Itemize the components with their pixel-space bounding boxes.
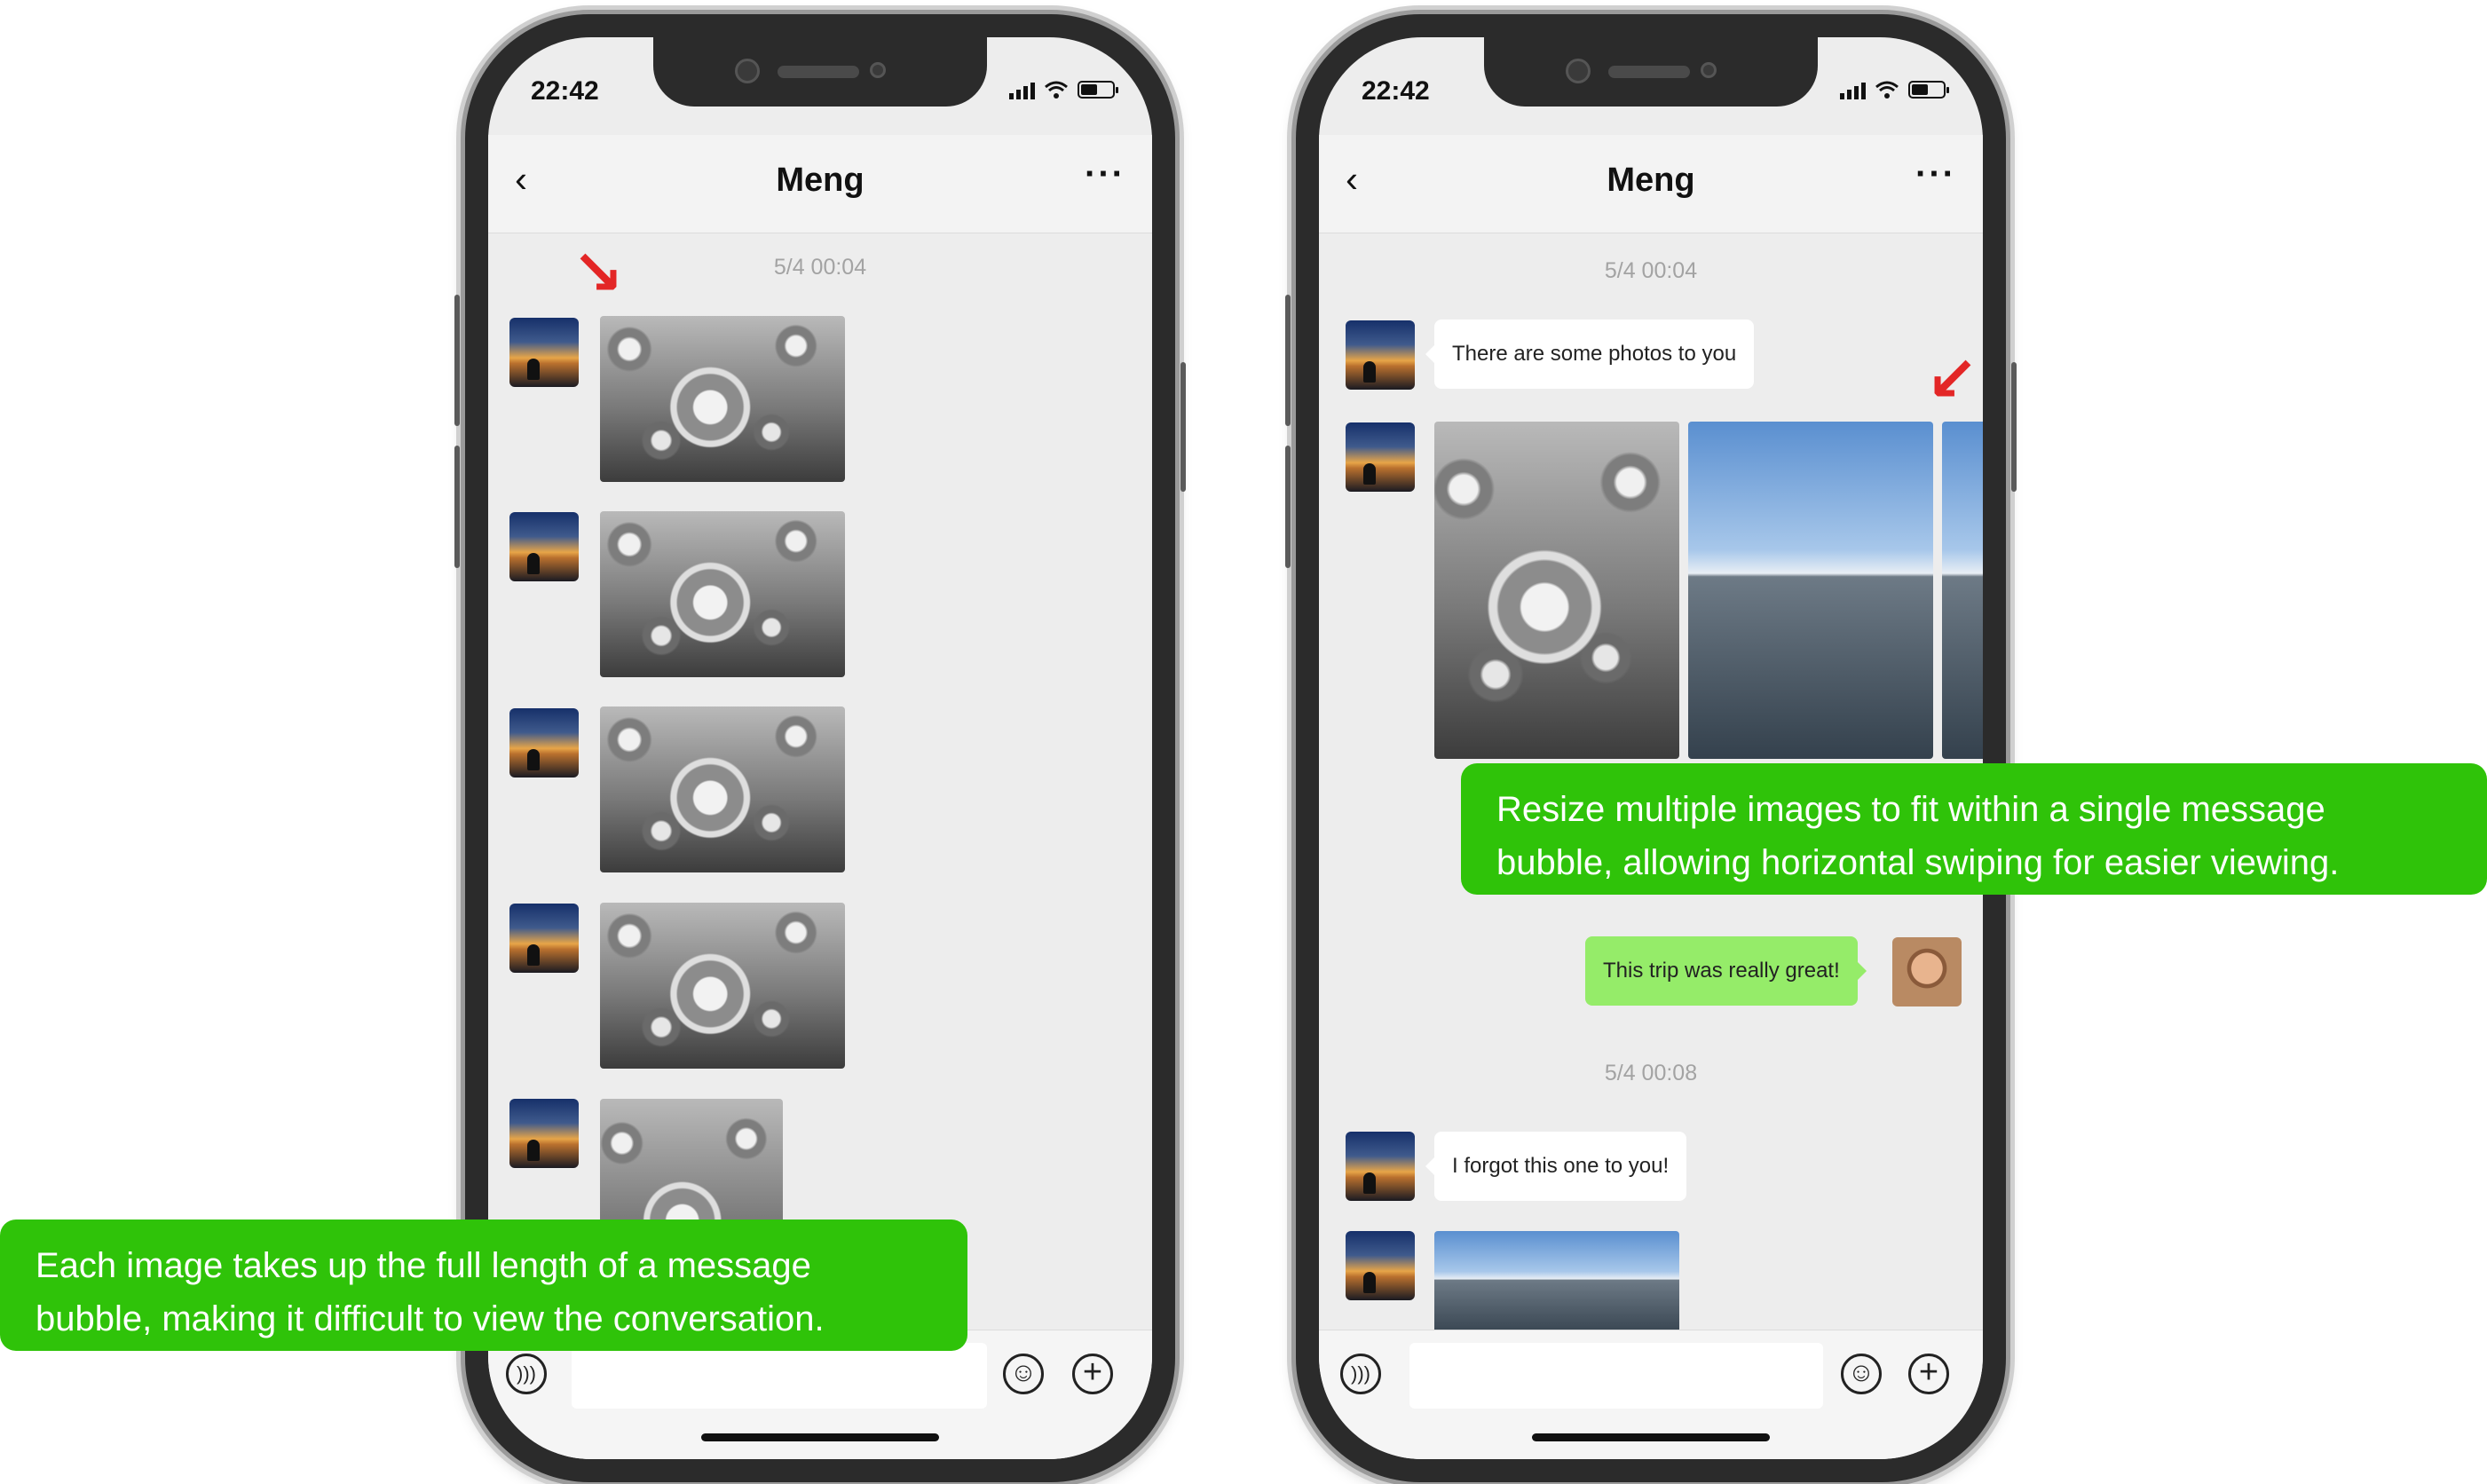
- speaker-grille: [1608, 66, 1690, 78]
- image-message[interactable]: [600, 316, 845, 482]
- image-message[interactable]: [600, 903, 845, 1069]
- avatar[interactable]: [509, 708, 579, 778]
- emoji-icon[interactable]: ☺: [1003, 1354, 1044, 1394]
- message-input[interactable]: [572, 1343, 987, 1409]
- status-time: 22:42: [1362, 76, 1430, 106]
- avatar[interactable]: [509, 512, 579, 581]
- message-bubble[interactable]: There are some photos to you: [1425, 320, 1755, 389]
- avatar[interactable]: [1346, 1132, 1415, 1201]
- side-button-left-1: [1285, 295, 1291, 426]
- callout-left: Each image takes up the full length of a…: [0, 1220, 967, 1351]
- battery-icon: [1078, 81, 1118, 99]
- side-button-left-2: [1285, 446, 1291, 568]
- arrow-icon: ↙: [1926, 344, 1978, 414]
- image-message[interactable]: [600, 706, 845, 872]
- more-icon[interactable]: ···: [1085, 154, 1125, 194]
- image-message[interactable]: [600, 511, 845, 677]
- more-icon[interactable]: ···: [1915, 154, 1956, 194]
- chat-header: ‹ Meng ···: [1319, 135, 1983, 233]
- message-input[interactable]: [1409, 1343, 1823, 1409]
- notch: [653, 37, 987, 107]
- power-button: [1180, 362, 1186, 492]
- status-icons: [1840, 80, 1949, 99]
- front-camera-icon: [1566, 59, 1591, 83]
- signal-icon: [1840, 80, 1866, 99]
- screen-right: 22:42 ‹ Meng ··· 5/4 00:04 There are som…: [1319, 37, 1983, 1459]
- speaker-grille: [778, 66, 859, 78]
- avatar[interactable]: [1346, 320, 1415, 390]
- callout-right: Resize multiple images to fit within a s…: [1461, 763, 2487, 895]
- arrow-icon: ↘: [572, 238, 624, 307]
- voice-icon[interactable]: ))): [1340, 1354, 1381, 1394]
- my-avatar[interactable]: [1892, 937, 1962, 1006]
- image-carousel-item[interactable]: [1688, 422, 1933, 759]
- timestamp: 5/4 00:08: [1604, 1061, 1698, 1085]
- plus-icon[interactable]: +: [1908, 1354, 1949, 1394]
- sensor-icon: [1701, 62, 1717, 78]
- avatar[interactable]: [509, 1099, 579, 1168]
- plus-icon[interactable]: +: [1072, 1354, 1113, 1394]
- my-message-bubble[interactable]: This trip was really great!: [1585, 936, 1867, 1006]
- avatar[interactable]: [509, 318, 579, 387]
- status-time: 22:42: [531, 76, 599, 106]
- power-button: [2011, 362, 2017, 492]
- voice-icon[interactable]: ))): [506, 1354, 547, 1394]
- input-bar: ))) ☺ +: [1319, 1330, 1983, 1459]
- front-camera-icon: [735, 59, 760, 83]
- side-button-left-1: [454, 295, 460, 426]
- chat-title: Meng: [776, 162, 865, 199]
- status-icons: [1009, 80, 1118, 99]
- message-bubble[interactable]: I forgot this one to you!: [1425, 1132, 1687, 1201]
- chat-header: ‹ Meng ···: [488, 135, 1152, 233]
- battery-icon: [1908, 81, 1949, 99]
- avatar[interactable]: [509, 904, 579, 973]
- image-carousel-item[interactable]: [1942, 422, 1983, 759]
- notch: [1484, 37, 1818, 107]
- image-message[interactable]: [1434, 1231, 1679, 1330]
- chat-title: Meng: [1607, 162, 1695, 199]
- avatar[interactable]: [1346, 422, 1415, 492]
- wifi-icon: [1045, 81, 1068, 99]
- avatar[interactable]: [1346, 1231, 1415, 1300]
- side-button-left-2: [454, 446, 460, 568]
- sensor-icon: [870, 62, 886, 78]
- signal-icon: [1009, 80, 1035, 99]
- wifi-icon: [1875, 81, 1899, 99]
- home-indicator[interactable]: [701, 1433, 939, 1441]
- message-list[interactable]: 5/4 00:04: [488, 233, 1152, 1330]
- emoji-icon[interactable]: ☺: [1841, 1354, 1882, 1394]
- image-carousel-item[interactable]: [1434, 422, 1679, 759]
- phone-right: 22:42 ‹ Meng ··· 5/4 00:04 There are som…: [1285, 14, 2017, 1482]
- home-indicator[interactable]: [1532, 1433, 1770, 1441]
- timestamp: 5/4 00:04: [1604, 258, 1698, 283]
